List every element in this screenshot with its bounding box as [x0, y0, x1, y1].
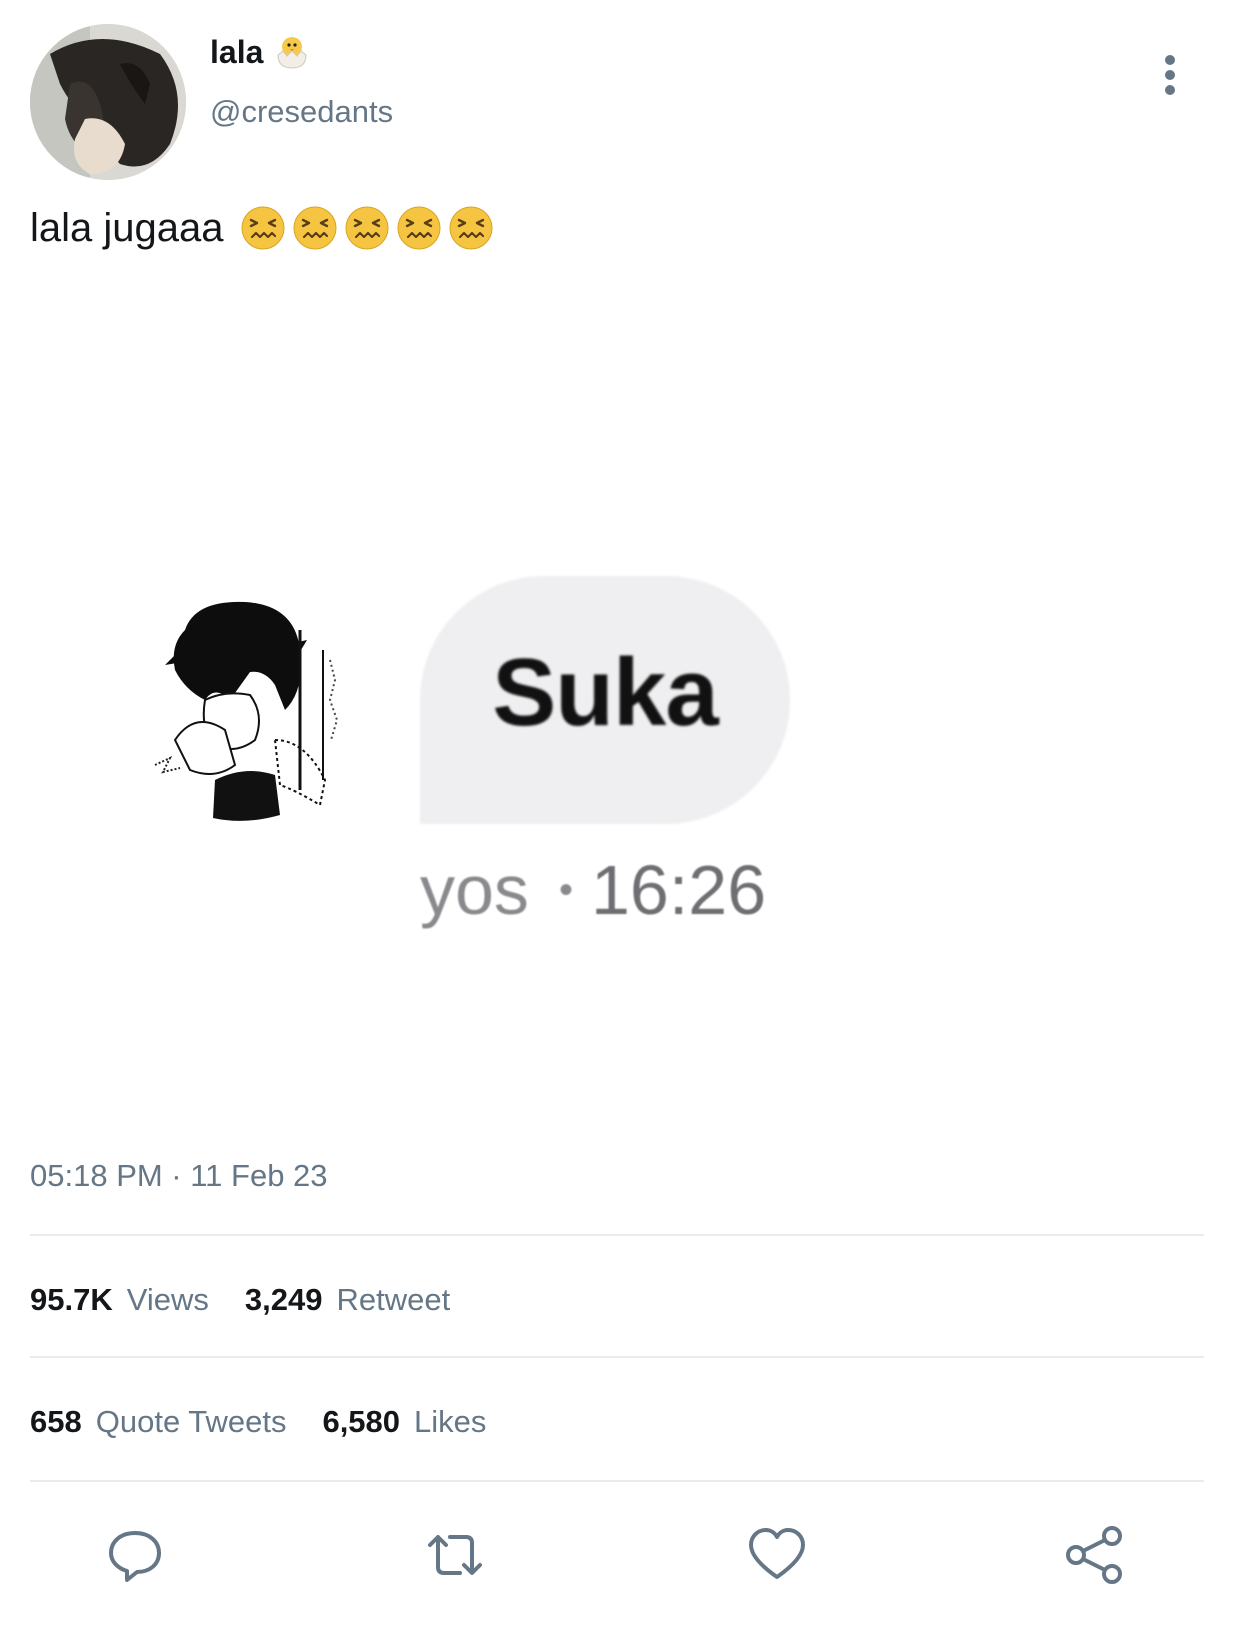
tweet-media[interactable]: Suka yos • 16:26	[120, 560, 840, 940]
stats-row-likes: 658 Quote Tweets 6,580 Likes	[30, 1402, 522, 1442]
more-options-button[interactable]	[1150, 50, 1190, 100]
retweets-label: Retweet	[336, 1282, 451, 1317]
reply-icon	[109, 1531, 161, 1582]
emoji-strip	[240, 205, 494, 251]
confounded-face-icon	[293, 206, 336, 250]
tweet-body: lala jugaaa	[30, 200, 494, 256]
message-meta: yos • 16:26	[420, 850, 766, 930]
avatar-photo	[30, 24, 186, 180]
stats-row-views: 95.7K Views 3,249 Retweet	[30, 1280, 486, 1320]
more-vertical-icon	[1165, 55, 1175, 95]
reply-button[interactable]	[100, 1520, 170, 1590]
views-label: Views	[126, 1282, 209, 1317]
confounded-face-icon	[397, 206, 440, 250]
quote-tweets-count: 658	[30, 1404, 82, 1439]
retweet-button[interactable]	[420, 1520, 490, 1590]
views-stat[interactable]: 95.7K Views	[30, 1280, 209, 1320]
tweet-text: lala jugaaa	[30, 206, 224, 250]
meta-separator: •	[558, 867, 573, 912]
divider	[30, 1356, 1204, 1358]
confounded-face-icon	[345, 206, 388, 250]
hatching-chick-icon	[277, 37, 307, 69]
display-name-row: lala	[210, 32, 311, 72]
confounded-face-icon	[449, 206, 492, 250]
divider	[30, 1480, 1204, 1482]
retweets-count: 3,249	[244, 1282, 323, 1317]
display-name[interactable]: lala	[210, 32, 263, 72]
retweets-stat[interactable]: 3,249 Retweet	[245, 1280, 450, 1320]
retweet-icon	[428, 1535, 482, 1575]
message-text: Suka	[492, 639, 718, 746]
likes-label: Likes	[414, 1404, 487, 1439]
heart-icon	[749, 1528, 805, 1579]
user-handle[interactable]: @cresedants	[210, 92, 393, 132]
tweet-timestamp[interactable]: 05:18 PM · 11 Feb 23	[30, 1156, 328, 1196]
quote-tweets-stat[interactable]: 658 Quote Tweets	[30, 1402, 286, 1442]
likes-count: 6,580	[322, 1404, 401, 1439]
manga-avatar-image	[154, 601, 339, 821]
likes-stat[interactable]: 6,580 Likes	[322, 1402, 486, 1442]
views-count: 95.7K	[30, 1282, 113, 1317]
like-button[interactable]	[742, 1520, 812, 1590]
avatar[interactable]	[30, 24, 186, 180]
message-sender: yos	[420, 851, 529, 929]
quote-tweets-label: Quote Tweets	[95, 1404, 287, 1439]
share-button[interactable]	[1060, 1520, 1130, 1590]
divider	[30, 1234, 1204, 1236]
share-icon	[1066, 1526, 1122, 1584]
confounded-face-icon	[241, 206, 284, 250]
message-bubble: Suka	[420, 576, 790, 824]
message-time: 16:26	[590, 851, 767, 929]
